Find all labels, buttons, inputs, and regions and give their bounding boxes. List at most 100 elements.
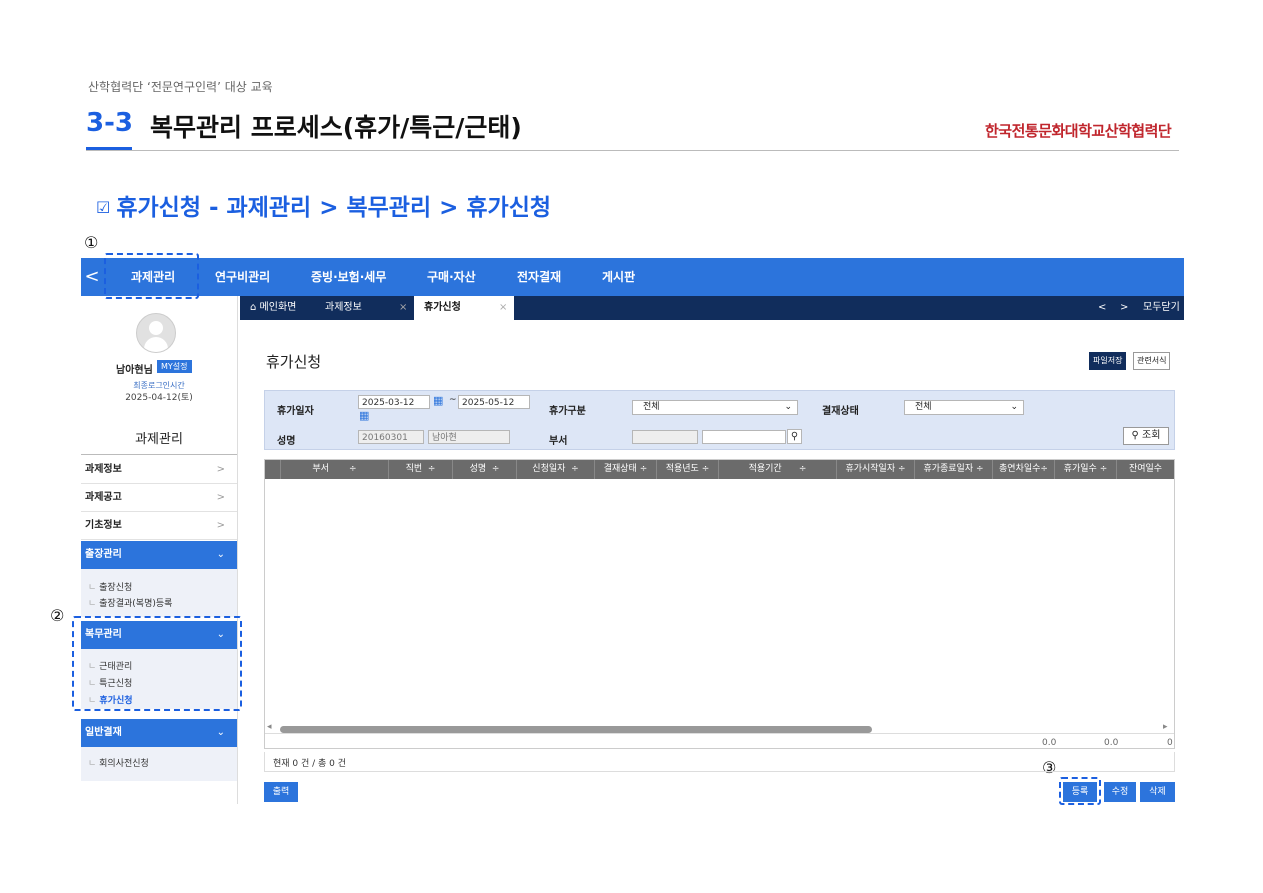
edit-button[interactable]: 수정 [1104, 782, 1136, 802]
column-name[interactable]: 성명 ÷ [453, 460, 517, 479]
tab-next-icon[interactable]: > [1120, 296, 1128, 320]
scroll-right-icon[interactable]: ▸ [1163, 722, 1168, 732]
chevron-down-icon: ⌄ [784, 402, 792, 412]
chevron-down-icon: ⌄ [1010, 402, 1018, 412]
name-label: 성명 [277, 436, 296, 447]
chevron-right-icon: > [216, 520, 225, 531]
nav-item-e-approval[interactable]: 전자결재 [517, 258, 561, 296]
date-separator: ~ [449, 395, 457, 405]
date-from-input[interactable]: 2025-03-12 [358, 395, 430, 409]
tab-project-info[interactable]: 과제정보 [325, 296, 362, 320]
section-heading: ☑ 휴가신청 - 과제관리 > 복무관리 > 휴가신청 [96, 188, 551, 222]
search-icon[interactable]: ⚲ [787, 429, 802, 444]
checkbox-icon: ☑ [96, 198, 111, 217]
calendar-icon[interactable]: ▦ [433, 394, 443, 407]
tab-main-label: 메인화면 [259, 302, 297, 313]
print-button[interactable]: 출력 [264, 782, 298, 802]
date-to-input[interactable]: 2025-05-12 [458, 395, 530, 409]
home-icon: ⌂ [250, 302, 257, 313]
step-marker-1: ① [84, 233, 99, 252]
highlight-box-step-2 [72, 616, 242, 711]
nav-item-board[interactable]: 게시판 [602, 258, 635, 296]
sidebar-item-business-trip[interactable]: 출장관리 ⌄ [81, 541, 237, 569]
approval-status-select[interactable]: 전체 ⌄ [904, 400, 1024, 415]
grid-footer [265, 733, 1174, 752]
department-name-input[interactable] [702, 430, 786, 444]
grid-status-bar: 현재 0 건 / 총 0 건 [264, 752, 1175, 772]
footer-remaining-days: 0 [1167, 738, 1173, 748]
my-settings-button[interactable]: MY설정 [157, 360, 192, 373]
highlight-box-step-3 [1059, 777, 1101, 805]
section-title: 휴가신청 - 과제관리 > 복무관리 > 휴가신청 [116, 195, 552, 221]
related-forms-button[interactable]: 관련서식 [1133, 352, 1171, 370]
sidebar-subitem-trip-result[interactable]: ㄴ 출장결과(복명)등록 [88, 596, 172, 609]
calendar-icon[interactable]: ▦ [359, 409, 369, 422]
scroll-left-icon[interactable]: ◂ [267, 722, 272, 732]
nav-item-research-funds[interactable]: 연구비관리 [215, 258, 270, 296]
search-icon: ⚲ [1131, 430, 1139, 441]
sidebar-subitem-meeting-request[interactable]: ㄴ 회의사전신청 [88, 756, 149, 769]
chevron-down-icon: ⌄ [216, 549, 225, 560]
department-label: 부서 [549, 436, 568, 447]
column-apply-year[interactable]: 적용년도 ÷ [657, 460, 719, 479]
column-request-date[interactable]: 신청일자 ÷ [517, 460, 595, 479]
tab-prev-icon[interactable]: < [1098, 296, 1106, 320]
tab-leave-request-close-icon[interactable]: × [499, 296, 507, 320]
university-logo: 한국전통문화대학교산학협력단 [985, 122, 1172, 140]
sidebar-item-general-approval[interactable]: 일반결재 ⌄ [81, 719, 237, 747]
slide-number: 3-3 [86, 108, 133, 138]
column-apply-period[interactable]: 적용기간 ÷ [719, 460, 837, 479]
file-save-button[interactable]: 파일저장 [1089, 352, 1127, 370]
tab-bar: ⌂ 메인화면 과제정보 × 휴가신청 × < > 모두닫기 [240, 296, 1184, 320]
slide-title: 복무관리 프로세스(휴가/특근/근태) [150, 113, 522, 142]
chevron-right-icon: > [216, 464, 225, 475]
chevron-down-icon: ⌄ [216, 727, 225, 738]
nav-item-evidence-tax[interactable]: 증빙·보험·세무 [311, 258, 386, 296]
tab-main[interactable]: ⌂ 메인화면 [250, 296, 296, 320]
footer-leave-days: 0.0 [1104, 738, 1119, 748]
column-total-annual-days[interactable]: 총연차일수÷ [993, 460, 1055, 479]
chevron-right-icon: > [216, 492, 225, 503]
sidebar-subitem-trip-request[interactable]: ㄴ 출장신청 [88, 580, 132, 593]
business-trip-submenu [81, 569, 237, 617]
horizontal-scrollbar[interactable] [280, 726, 872, 733]
sidebar-divider [81, 454, 237, 455]
employee-number-field: 20160301 [358, 430, 424, 444]
nav-item-purchase-assets[interactable]: 구매·자산 [427, 258, 476, 296]
back-arrow-icon[interactable]: < [81, 258, 103, 296]
column-staff-number[interactable]: 직번 ÷ [389, 460, 453, 479]
avatar [136, 313, 176, 353]
last-login-date: 2025-04-12(토) [125, 393, 193, 403]
column-remaining-days[interactable]: 잔여일수 [1117, 460, 1174, 479]
footer-total-annual-days: 0.0 [1042, 738, 1057, 748]
close-all-tabs-button[interactable]: 모두닫기 [1143, 296, 1180, 320]
column-leave-end[interactable]: 휴가종료일자 ÷ [915, 460, 993, 479]
query-button[interactable]: ⚲ 조회 [1123, 427, 1169, 445]
step-marker-2: ② [50, 606, 65, 625]
column-leave-days[interactable]: 휴가일수 ÷ [1055, 460, 1117, 479]
delete-button[interactable]: 삭제 [1140, 782, 1175, 802]
tab-leave-request[interactable]: 휴가신청 × [414, 296, 514, 320]
leave-grid [264, 459, 1175, 749]
employee-name-field: 남아현 [428, 430, 510, 444]
sidebar-item-project-notice[interactable]: 과제공고 > [81, 484, 237, 512]
record-count: 현재 0 건 / 총 0 건 [273, 759, 347, 769]
leave-type-label: 휴가구분 [549, 406, 586, 417]
column-approval-status[interactable]: 결재상태 ÷ [595, 460, 657, 479]
slide-subtitle: 산학협력단 ‘전문연구인력’ 대상 교육 [88, 80, 273, 94]
leave-date-label: 휴가일자 [277, 406, 314, 417]
approval-status-label: 결재상태 [822, 406, 859, 417]
sidebar-title: 과제관리 [135, 432, 183, 447]
sidebar-item-basic-info[interactable]: 기초정보 > [81, 512, 237, 540]
tab-project-info-close-icon[interactable]: × [399, 296, 407, 320]
department-code-field [632, 430, 698, 444]
top-navigation: < 과제관리 연구비관리 증빙·보험·세무 구매·자산 전자결재 게시판 [81, 258, 1184, 296]
grid-header-blank [265, 460, 281, 479]
column-leave-start[interactable]: 휴가시작일자 ÷ [837, 460, 915, 479]
user-name: 남아현님 [116, 365, 153, 376]
sidebar-item-project-info[interactable]: 과제정보 > [81, 456, 237, 484]
column-department[interactable]: 부서 ÷ [281, 460, 389, 479]
tab-leave-request-label: 휴가신청 [424, 302, 461, 313]
leave-type-select[interactable]: 전체 ⌄ [632, 400, 798, 415]
grid-header: 부서 ÷ 직번 ÷ 성명 ÷ 신청일자 ÷ 결재상태 ÷ 적용년도 ÷ 적용기간… [265, 460, 1174, 479]
